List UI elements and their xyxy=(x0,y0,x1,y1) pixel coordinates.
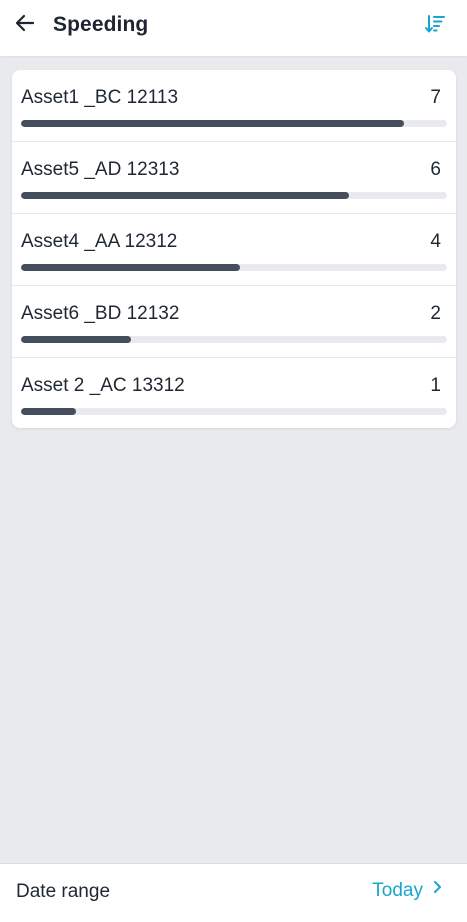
date-range-value: Today xyxy=(372,880,423,901)
asset-count: 6 xyxy=(430,159,441,180)
app-header: Speeding xyxy=(0,0,467,56)
asset-name: Asset6 _BD 12132 xyxy=(21,303,180,324)
progress-track xyxy=(21,192,447,199)
date-range-selector[interactable]: Today xyxy=(372,877,445,902)
asset-row[interactable]: Asset5 _AD 12313 6 xyxy=(12,142,456,214)
progress-fill xyxy=(21,264,241,271)
date-range-label: Date range xyxy=(16,881,111,902)
progress-track xyxy=(21,264,447,271)
asset-row[interactable]: Asset6 _BD 12132 2 xyxy=(12,286,456,358)
asset-name: Asset 2 _AC 13312 xyxy=(21,375,185,396)
page-title: Speeding xyxy=(53,13,149,36)
asset-count: 4 xyxy=(430,231,441,252)
asset-name: Asset5 _AD 12313 xyxy=(21,159,180,180)
progress-fill xyxy=(21,120,405,127)
asset-name: Asset1 _BC 12113 xyxy=(21,87,179,108)
sort-button[interactable] xyxy=(421,12,449,40)
asset-count: 1 xyxy=(430,375,441,396)
progress-fill xyxy=(21,336,131,343)
chevron-right-icon xyxy=(431,878,445,901)
progress-track xyxy=(21,408,447,415)
date-range-bar: Date range Today xyxy=(0,863,467,922)
back-button[interactable] xyxy=(10,10,40,40)
asset-row[interactable]: Asset4 _AA 12312 4 xyxy=(12,214,456,286)
sort-descending-icon xyxy=(424,13,446,40)
arrow-left-icon xyxy=(13,11,37,40)
asset-name: Asset4 _AA 12312 xyxy=(21,231,178,252)
progress-track xyxy=(21,120,447,127)
progress-fill xyxy=(21,192,350,199)
asset-row[interactable]: Asset 2 _AC 13312 1 xyxy=(12,358,456,428)
asset-row[interactable]: Asset1 _BC 12113 7 xyxy=(12,70,456,142)
asset-list-card: Asset1 _BC 12113 7 Asset5 _AD 12313 6 As… xyxy=(12,70,456,428)
progress-track xyxy=(21,336,447,343)
asset-count: 2 xyxy=(430,303,441,324)
asset-count: 7 xyxy=(430,87,441,108)
progress-fill xyxy=(21,408,76,415)
